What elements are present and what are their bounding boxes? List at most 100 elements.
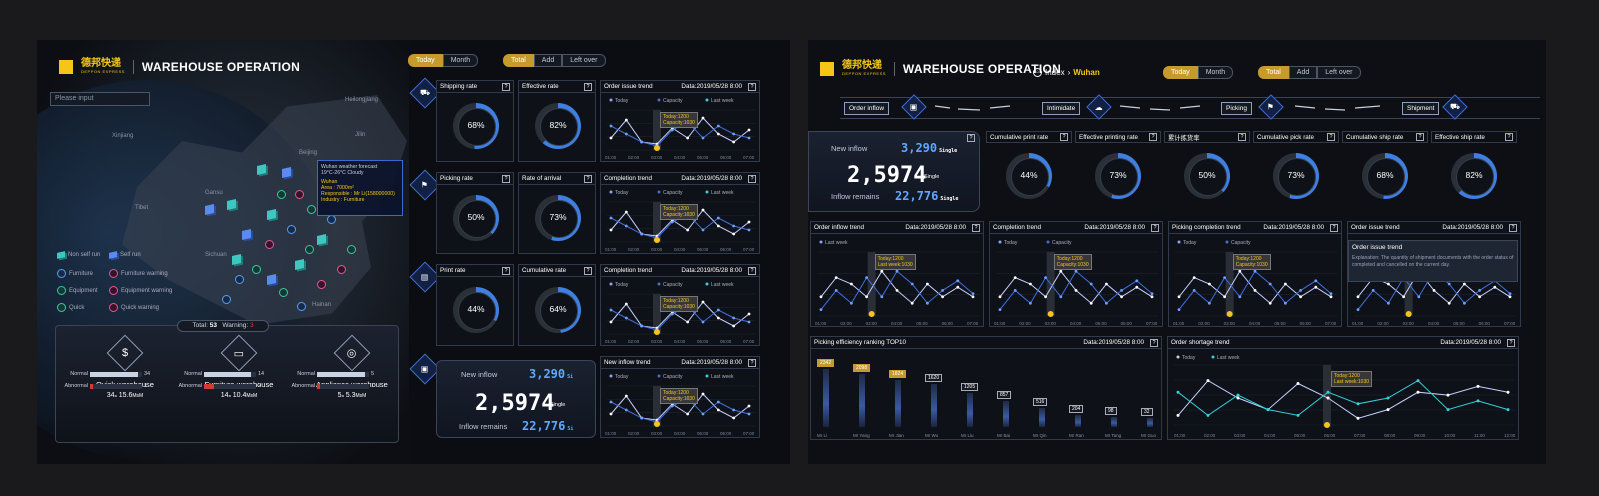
data-point [941,295,944,299]
help-icon[interactable]: ? [502,82,510,91]
help-icon[interactable]: ? [1505,133,1513,141]
highlight-point [654,237,660,243]
help-icon[interactable]: ? [748,358,756,367]
warehouse-marker[interactable] [227,199,236,210]
rank-bar[interactable] [1111,416,1117,427]
warehouse-card[interactable]: ▭Furniture warehouse14a 10.4MsM [189,334,289,399]
rank-bar[interactable] [895,380,901,427]
rank-bar[interactable] [859,374,865,427]
breadcrumb-index[interactable]: Index [1045,68,1065,77]
help-icon[interactable]: ? [584,266,592,275]
equipment-marker[interactable] [287,225,296,234]
equipment-marker[interactable] [327,215,336,224]
brand-cn: 德邦快递 [842,60,882,71]
help-icon[interactable]: ? [748,266,756,275]
warehouse-marker[interactable] [295,259,304,270]
tab-month[interactable]: Month [442,54,479,67]
quick-warning-marker[interactable] [295,190,304,199]
data-point [1268,282,1272,286]
warehouse-marker[interactable] [232,254,241,265]
data-point [1432,289,1436,292]
trend-chart[interactable]: Today Capacity 01:00 02:00 03:00 04:00 05:00 06… [990,236,1162,328]
quick-marker[interactable] [307,205,316,214]
warehouse-marker[interactable] [317,234,326,245]
home-icon[interactable]: ⌂ [1033,68,1042,77]
help-icon[interactable]: ? [1238,133,1246,141]
furniture-warning-marker[interactable] [265,240,274,249]
rank-bar[interactable] [823,369,829,427]
x-tick: 06:00 [720,155,732,160]
legend-label: Capacity [1052,240,1072,246]
help-icon[interactable]: ? [748,174,756,183]
tab-left-over[interactable]: Left over [1317,66,1361,79]
trend-chart[interactable]: Last week 01:00 02:00 03:00 04:00 05:00 06:00 0… [811,236,983,328]
rank-bar[interactable] [967,393,973,427]
progress-fill [204,371,251,377]
trend-chart[interactable]: Today Capacity Last week 01:00 02:00 03:00 04:… [601,370,759,438]
warehouse-marker[interactable] [257,164,266,175]
trend-chart[interactable]: Today Capacity Last week 01:00 02:00 03:00 04:… [601,278,759,346]
rank-value: 32 [1141,408,1153,417]
trend-chart[interactable]: Today Capacity Last week 01:00 02:00 03:00 04:… [601,94,759,162]
help-icon[interactable]: ? [1507,338,1515,347]
warehouse-marker[interactable] [242,229,251,240]
tab-total[interactable]: Total [503,54,534,67]
warehouse-card[interactable]: $Quick warehouse34a 15.6MsM [75,334,175,399]
help-icon[interactable]: ? [1327,133,1335,141]
help-icon[interactable]: ? [972,223,980,232]
rank-bar[interactable] [1003,400,1009,427]
help-icon[interactable]: ? [1151,223,1159,232]
quick-marker[interactable] [279,288,288,297]
x-tick: 07:00 [1354,433,1366,438]
data-point [701,228,705,232]
gauge: 50% [1184,153,1230,199]
equipment-marker[interactable] [235,275,244,284]
help-icon[interactable]: ? [1060,133,1068,141]
data-point [1299,295,1302,299]
help-icon[interactable]: ? [1150,338,1158,347]
warehouse-marker[interactable] [282,167,291,178]
rank-bar[interactable] [1039,407,1045,427]
tab-add[interactable]: Add [533,54,563,67]
tab-total[interactable]: Total [1258,66,1289,79]
trend-chart[interactable]: Today Capacity Last week 01:00 02:00 03:00 04:… [601,186,759,254]
search-input[interactable]: Please input [50,92,150,106]
quick-marker[interactable] [347,245,356,254]
warehouse-marker[interactable] [267,209,276,220]
tab-today[interactable]: Today [408,54,443,67]
data-point [747,136,751,140]
tab-month[interactable]: Month [1197,66,1234,79]
warehouse-marker[interactable] [267,274,276,285]
quick-marker[interactable] [277,190,286,199]
help-icon[interactable]: ? [967,134,975,142]
help-icon[interactable]: ? [1509,223,1517,232]
warehouse-marker[interactable] [205,204,214,215]
tab-left-over[interactable]: Left over [562,54,606,67]
shortage-svg[interactable]: Today Last week 01:00 02:00 03:00 04:00 05:00 0… [1168,351,1520,441]
help-icon[interactable]: ? [1416,133,1424,141]
rank-bar[interactable] [1147,418,1153,427]
gauge-value: 82% [1465,170,1483,180]
help-icon[interactable]: ? [584,174,592,183]
help-icon[interactable]: ? [1330,223,1338,232]
furniture-warning-marker[interactable] [317,280,326,289]
tab-add[interactable]: Add [1288,66,1318,79]
help-icon[interactable]: ? [502,174,510,183]
help-icon[interactable]: ? [748,82,756,91]
quick-marker[interactable] [252,265,261,274]
equipment-marker[interactable] [222,295,231,304]
equipment-marker[interactable] [297,302,306,311]
rank-bar[interactable] [1075,414,1081,427]
help-icon[interactable]: ? [584,82,592,91]
quick-marker[interactable] [305,245,314,254]
warehouse-card[interactable]: ◎Appliance warehouse5a 5.3MsM [302,334,402,399]
quick-warning-marker[interactable] [337,265,346,274]
help-icon[interactable]: ? [502,266,510,275]
map-panel[interactable]: 德邦快递 DEPPON EXPRESS WAREHOUSE OPERATION P… [37,40,409,464]
rank-bar[interactable] [931,384,937,427]
help-icon[interactable]: ? [1149,133,1157,141]
brand-en: DEPPON EXPRESS [842,71,886,76]
tab-today[interactable]: Today [1163,66,1198,79]
gauge-card: Effective rate? 82% [518,80,596,162]
trend-chart[interactable]: Today Capacity 01:00 02:00 03:00 04:00 05:00 06… [1169,236,1341,328]
